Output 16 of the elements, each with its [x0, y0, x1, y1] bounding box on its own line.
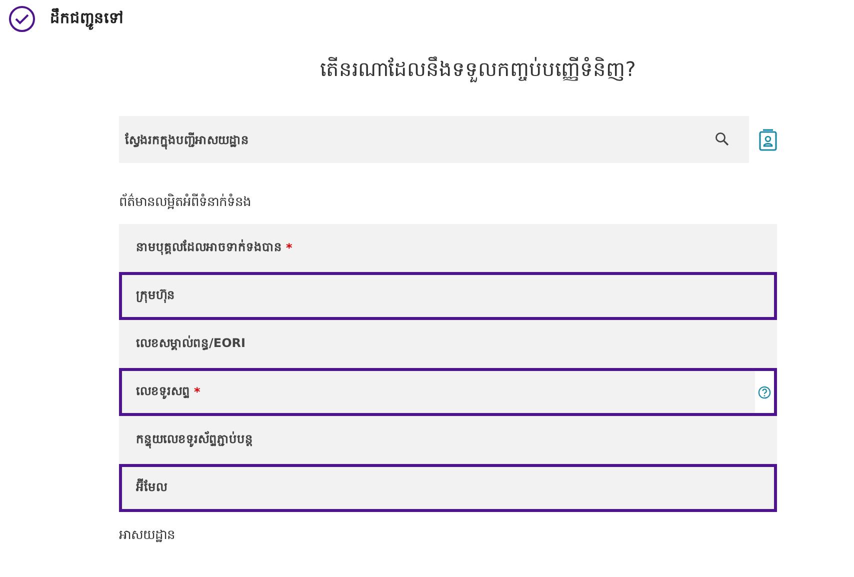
required-mark: *	[286, 241, 292, 255]
input-field[interactable]: អ៊ីមែល	[119, 464, 777, 512]
address-book-icon[interactable]	[759, 128, 777, 150]
input-field[interactable]: លេខទូរសព្ទ *	[119, 368, 777, 416]
help-icon[interactable]	[758, 386, 771, 398]
input-field[interactable]: លេខសម្គាល់ពន្ធ/EORI	[119, 320, 777, 368]
required-mark: *	[194, 385, 200, 399]
section-label: អាសយដ្ឋាន	[119, 527, 175, 545]
section-label: ព័ត៌មានលម្អិតអំពីទំនាក់ទំនង	[119, 193, 251, 212]
input-field[interactable]: នាមបុគ្គលដែលអាចទាក់ទងបាន *	[119, 224, 777, 272]
search-icon	[715, 132, 729, 146]
input-field[interactable]: ក្រុមហ៊ុន	[119, 272, 777, 320]
address-search-field[interactable]: ស្វែងរកក្នុងបញ្ជីអាសយដ្ឋាន	[119, 116, 749, 163]
input-field[interactable]: កន្ទុយលេខទូរស័ព្ទភ្ជាប់បន្ត	[119, 416, 777, 464]
section-title: ដឹកជញ្ជូនទៅ	[50, 8, 124, 30]
form-heading: តើនរណាដែលនឹងទទួលកញ្ចប់បញ្ញើទំនិញ?	[320, 57, 636, 81]
